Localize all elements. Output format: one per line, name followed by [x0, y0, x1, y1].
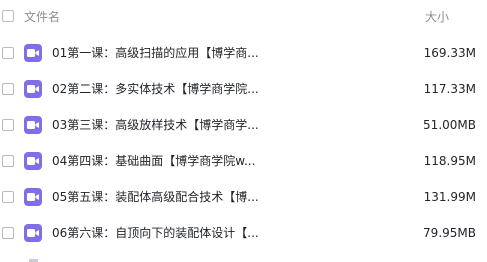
file-row[interactable]: 01第一课：高级扫描的应用【博学商... 169.33M [0, 38, 487, 68]
file-list-header: 文件名 大小 [0, 0, 487, 34]
file-row[interactable]: 06第六课：自顶向下的装配体设计【... 79.95MB [0, 218, 487, 248]
file-size: 79.95MB [423, 226, 476, 240]
file-name[interactable]: 02第二课：多实体技术【博学商学院... [52, 81, 262, 97]
select-all-checkbox[interactable] [2, 10, 14, 22]
video-file-icon [24, 44, 42, 62]
file-name[interactable]: 05第五课：装配体高级配合技术【博... [52, 189, 262, 205]
file-checkbox[interactable] [2, 155, 14, 167]
file-name[interactable]: 04第四课：基础曲面【博学商学院w... [52, 153, 262, 169]
file-size: 51.00MB [423, 118, 476, 132]
column-header-name[interactable]: 文件名 [24, 9, 60, 25]
file-name[interactable]: 03第三课：高级放样技术【博学商学... [52, 117, 262, 133]
column-header-size[interactable]: 大小 [425, 9, 449, 25]
file-list: 文件名 大小 01第一课：高级扫描的应用【博学商... 169.33M 02第二… [0, 0, 487, 262]
video-file-icon [24, 152, 42, 170]
file-checkbox[interactable] [2, 191, 14, 203]
file-row[interactable]: 05第五课：装配体高级配合技术【博... 131.99M [0, 182, 487, 212]
file-size: 169.33M [423, 46, 476, 60]
file-checkbox[interactable] [2, 119, 14, 131]
file-row[interactable]: 02第二课：多实体技术【博学商学院... 117.33M [0, 74, 487, 104]
file-checkbox[interactable] [2, 83, 14, 95]
file-row[interactable]: 03第三课：高级放样技术【博学商学... 51.00MB [0, 110, 487, 140]
video-file-icon [24, 116, 42, 134]
file-row[interactable]: 04第四课：基础曲面【博学商学院w... 118.95M [0, 146, 487, 176]
file-name[interactable]: 06第六课：自顶向下的装配体设计【... [52, 225, 262, 241]
video-file-icon [24, 80, 42, 98]
file-checkbox[interactable] [2, 227, 14, 239]
file-name[interactable]: 01第一课：高级扫描的应用【博学商... [52, 45, 262, 61]
file-size: 117.33M [423, 82, 476, 96]
file-checkbox[interactable] [2, 47, 14, 59]
file-size: 131.99M [423, 190, 476, 204]
file-size: 118.95M [423, 154, 476, 168]
video-file-icon [24, 224, 42, 242]
video-file-icon [24, 188, 42, 206]
